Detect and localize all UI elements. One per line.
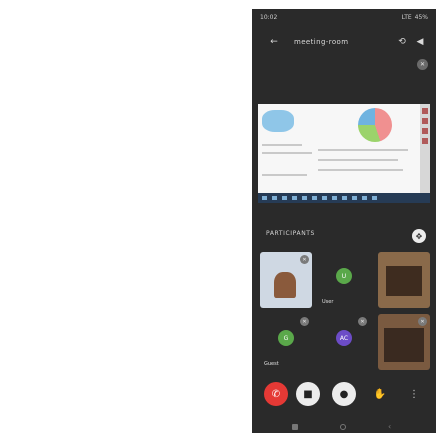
participant-video [274, 272, 296, 298]
video-toggle-button[interactable]: ■ [296, 382, 320, 406]
call-controls: ✆ ■ ● ✋ ⋮ [252, 378, 436, 414]
more-options-button[interactable]: ⋮ [402, 382, 426, 406]
arrow-left-icon[interactable]: ← [268, 37, 280, 47]
status-bar: 10:02 LTE 45% [252, 9, 436, 25]
participant-tile[interactable]: ✕ [378, 314, 430, 370]
mic-toggle-button[interactable]: ● [332, 382, 356, 406]
mic-muted-icon: ✕ [418, 317, 427, 326]
back-icon[interactable]: ‹ [388, 422, 391, 431]
shared-pie-graphic [358, 108, 392, 142]
participant-tile[interactable]: AC ✕ [318, 314, 370, 370]
mic-muted-icon: ✕ [417, 59, 428, 70]
raise-hand-icon[interactable]: ✋ [368, 382, 392, 406]
mic-muted-icon: ✕ [358, 317, 367, 326]
shared-text-line [262, 144, 302, 146]
participant-tile[interactable]: U User [318, 252, 370, 308]
system-nav-bar: ‹ [252, 421, 436, 433]
shared-text-line [262, 152, 312, 154]
mic-muted-icon: ✕ [300, 255, 309, 264]
status-time: 10:02 [260, 13, 278, 21]
meeting-title: meeting-room [294, 38, 349, 46]
network-indicator: LTE [401, 13, 412, 21]
participant-tile[interactable]: G ✕ Guest [260, 314, 312, 370]
avatar: G [278, 330, 294, 346]
shared-text-line [318, 149, 408, 151]
meeting-header: ← meeting-room ⟲ ◀ [252, 31, 436, 53]
battery-indicator: 45% [414, 13, 428, 21]
participant-video [386, 266, 422, 296]
shared-taskbar [258, 193, 430, 203]
screen-share-view[interactable] [258, 104, 430, 203]
end-call-button[interactable]: ✆ [264, 382, 288, 406]
shared-text-line [318, 169, 403, 171]
participants-label: PARTICIPANTS [266, 230, 315, 237]
participant-tile[interactable]: ✕ [260, 252, 312, 308]
shared-text-line [262, 174, 307, 176]
shared-app-sidebar [420, 104, 430, 194]
shared-image-blob [262, 110, 294, 132]
speaker-icon[interactable]: ◀ [414, 37, 426, 47]
camera-switch-icon[interactable]: ⟲ [396, 37, 408, 47]
participant-name: Guest [264, 361, 279, 367]
avatar: AC [336, 330, 352, 346]
participant-tile[interactable] [378, 252, 430, 308]
layout-toggle-icon[interactable]: ✥ [412, 229, 426, 243]
participant-video [384, 328, 424, 362]
avatar: U [336, 268, 352, 284]
phone-screen: 10:02 LTE 45% ← meeting-room ⟲ ◀ ✕ PARTI… [252, 9, 436, 433]
shared-text-line [318, 159, 398, 161]
participant-name: User [322, 299, 334, 305]
home-icon[interactable] [340, 424, 346, 430]
recent-apps-icon[interactable] [292, 424, 298, 430]
mic-muted-icon: ✕ [300, 317, 309, 326]
